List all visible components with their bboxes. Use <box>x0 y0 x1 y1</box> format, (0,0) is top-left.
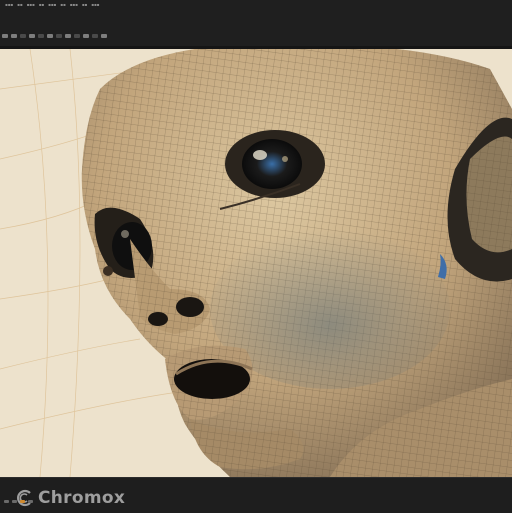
grid-icon[interactable] <box>74 34 80 38</box>
brand-name: Chromox <box>38 488 126 508</box>
menu-item[interactable]: ▪▪▪ <box>69 2 79 8</box>
scale-icon[interactable] <box>29 34 35 38</box>
menu-item[interactable]: ▪▪ <box>16 2 23 8</box>
select-icon[interactable] <box>2 34 8 38</box>
tool-row-left <box>2 34 107 38</box>
menu-item[interactable]: ▪▪ <box>81 2 88 8</box>
status-indicators <box>4 500 33 503</box>
wireframe-icon[interactable] <box>47 34 53 38</box>
menu-item[interactable]: ▪▪ <box>38 2 45 8</box>
settings-icon[interactable] <box>101 34 107 38</box>
top-toolbar: ▪▪▪ ▪▪ ▪▪▪ ▪▪ ▪▪▪ ▪▪ ▪▪▪ ▪▪ ▪▪▪ <box>0 0 512 47</box>
viewport[interactable] <box>0 49 512 477</box>
status-indicator[interactable] <box>12 500 17 503</box>
alien-head-model <box>81 49 512 477</box>
mesh-icon[interactable] <box>38 34 44 38</box>
status-indicator[interactable] <box>4 500 9 503</box>
chromox-logo-icon <box>17 489 31 507</box>
menu-item[interactable]: ▪▪▪ <box>26 2 36 8</box>
smooth-icon[interactable] <box>56 34 62 38</box>
camera-icon[interactable] <box>83 34 89 38</box>
move-icon[interactable] <box>11 34 17 38</box>
viewport-canvas <box>0 49 512 477</box>
menu-item[interactable]: ▪▪▪ <box>90 2 100 8</box>
render-icon[interactable] <box>65 34 71 38</box>
status-indicator-accent[interactable] <box>20 500 25 503</box>
menu-item[interactable]: ▪▪▪ <box>4 2 14 8</box>
brand-watermark: Chromox <box>16 488 125 508</box>
rotate-icon[interactable] <box>20 34 26 38</box>
menu-item[interactable]: ▪▪ <box>59 2 66 8</box>
menu-bar: ▪▪▪ ▪▪ ▪▪▪ ▪▪ ▪▪▪ ▪▪ ▪▪▪ ▪▪ ▪▪▪ <box>4 2 100 8</box>
light-icon[interactable] <box>92 34 98 38</box>
menu-item[interactable]: ▪▪▪ <box>47 2 57 8</box>
status-indicator[interactable] <box>28 500 33 503</box>
